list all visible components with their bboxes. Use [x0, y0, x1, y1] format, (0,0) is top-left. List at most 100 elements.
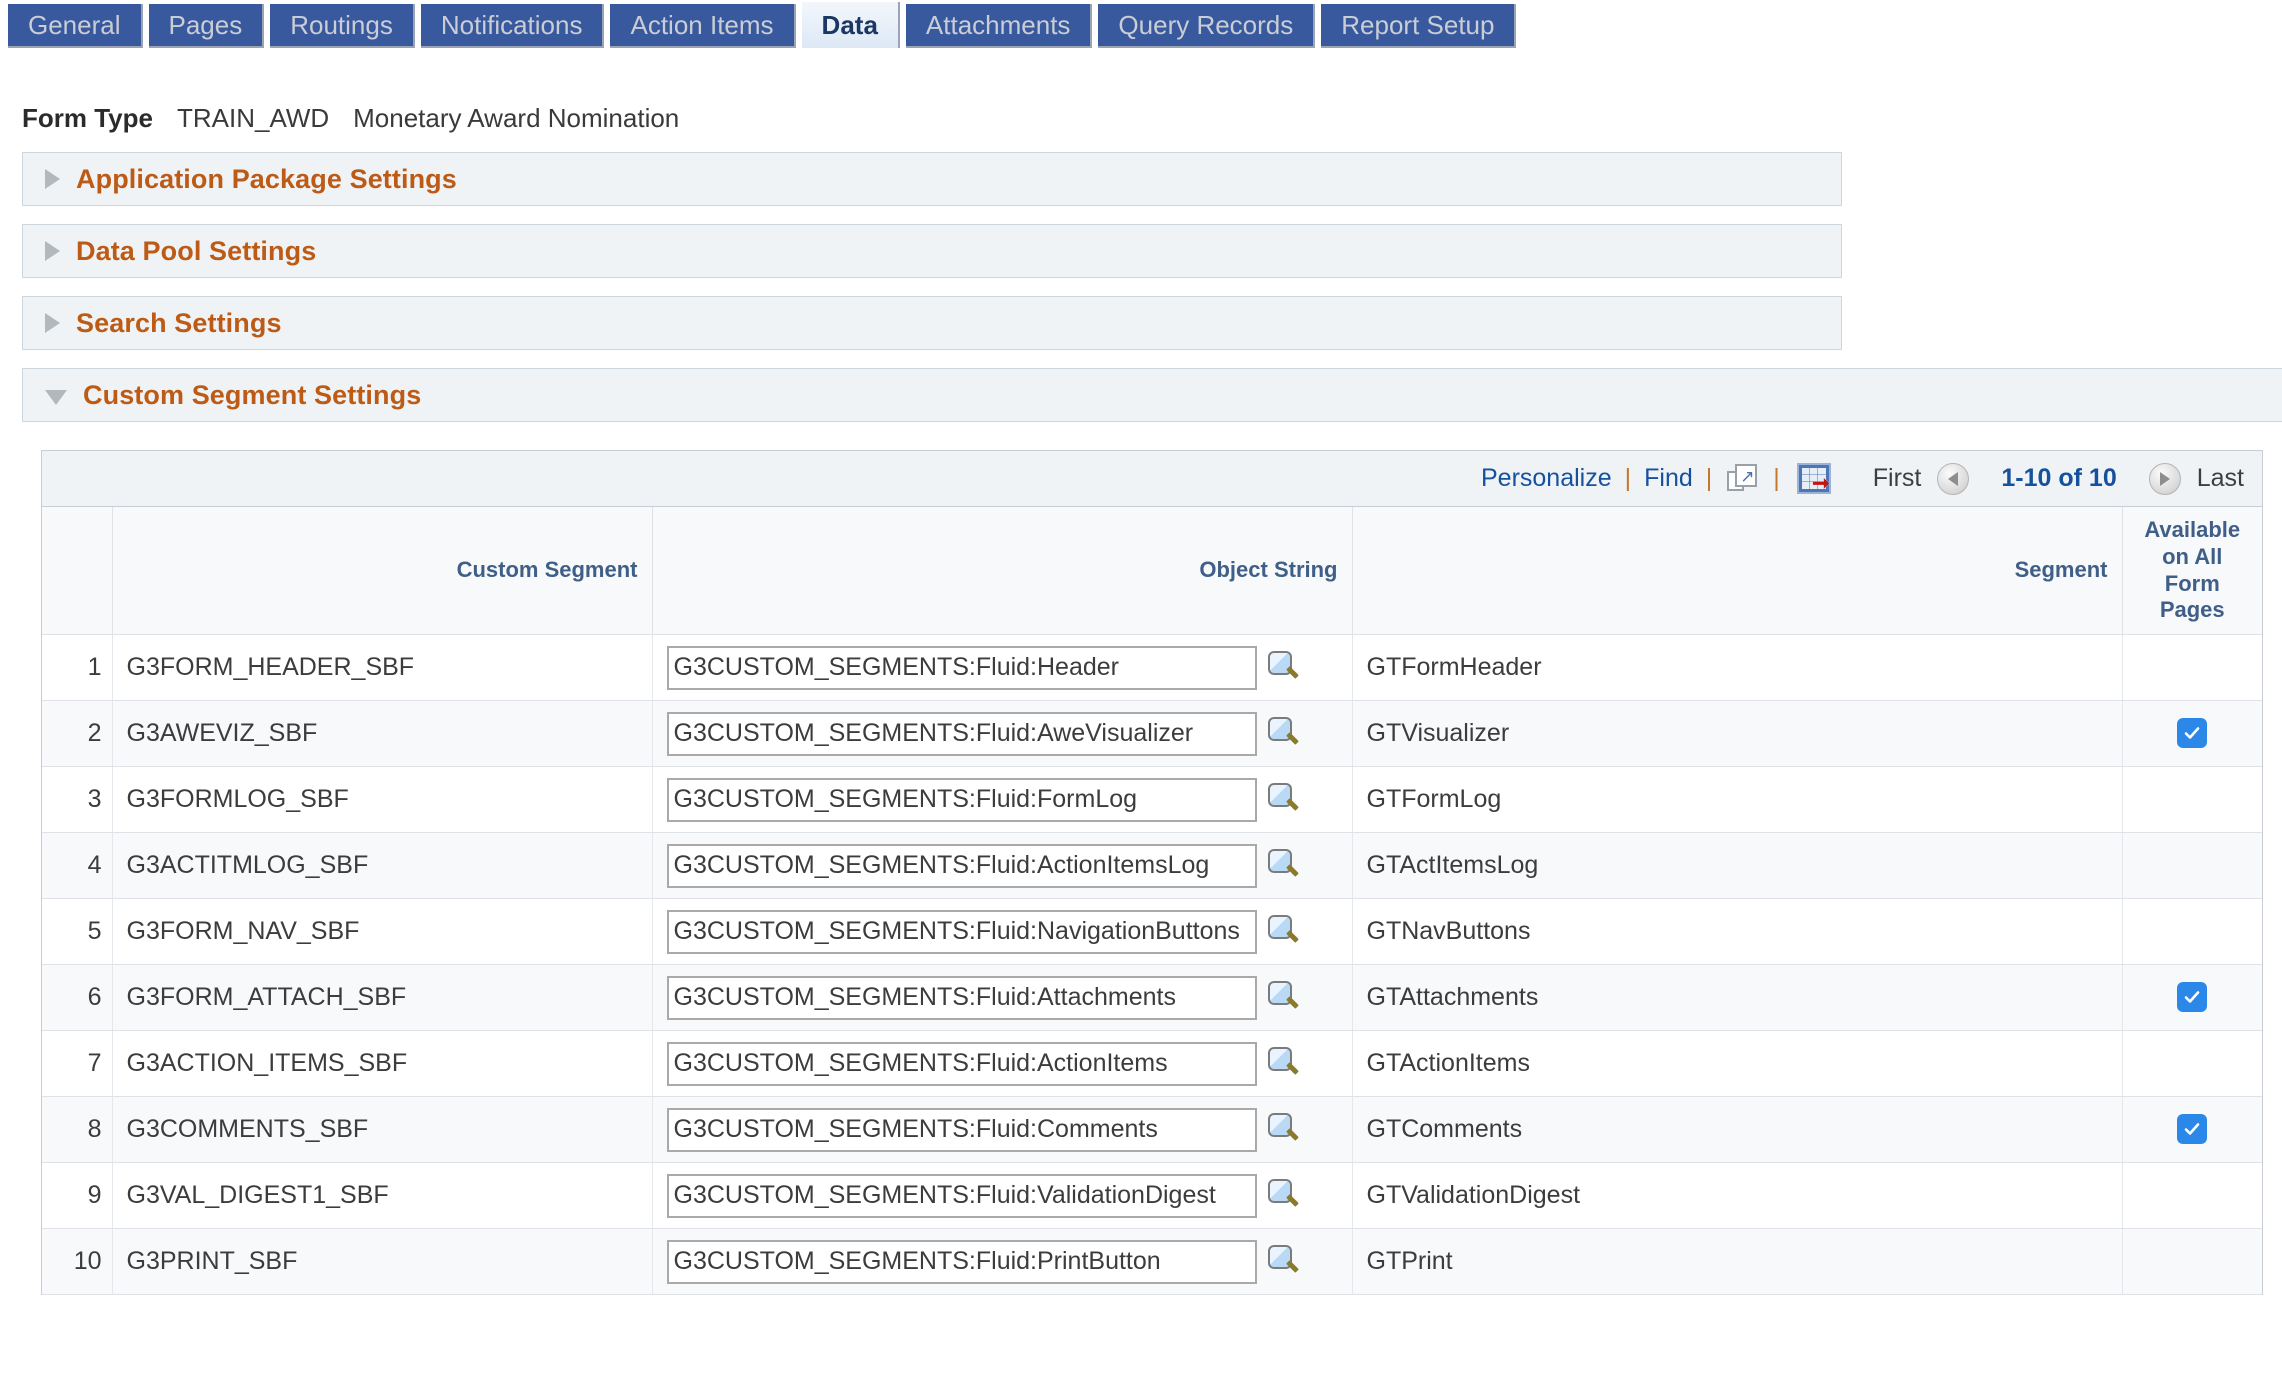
- chevron-down-icon: [45, 389, 67, 405]
- pager-next-button[interactable]: [2148, 462, 2181, 495]
- personalize-link[interactable]: Personalize: [1481, 464, 1612, 493]
- pager-range-label[interactable]: 1-10 of 10: [2001, 464, 2116, 493]
- object-string-input[interactable]: G3CUSTOM_SEGMENTS:Fluid:AweVisualizer: [666, 711, 1257, 756]
- lookup-search-icon[interactable]: [1267, 716, 1301, 751]
- lookup-search-icon[interactable]: [1267, 914, 1301, 949]
- cell-segment: GTActionItems: [1352, 1030, 2123, 1098]
- col-custom-segment[interactable]: Custom Segment: [112, 507, 653, 636]
- row-number: 9: [42, 1162, 113, 1230]
- object-string-input[interactable]: G3CUSTOM_SEGMENTS:Fluid:ActionItems: [666, 1041, 1257, 1086]
- tab-attachments[interactable]: Attachments: [905, 4, 1093, 48]
- row-number: 5: [42, 898, 113, 966]
- lookup-search-icon[interactable]: [1267, 1046, 1301, 1081]
- cell-segment: GTPrint: [1352, 1228, 2123, 1296]
- find-link[interactable]: Find: [1644, 464, 1693, 493]
- object-string-control: G3CUSTOM_SEGMENTS:Fluid:ActionItemsLog: [666, 843, 1338, 888]
- object-string-input[interactable]: G3CUSTOM_SEGMENTS:Fluid:NavigationButton…: [666, 909, 1257, 954]
- cell-available-on-all-form-pages: [2122, 964, 2262, 1032]
- object-string-input[interactable]: G3CUSTOM_SEGMENTS:Fluid:Header: [666, 645, 1257, 690]
- cell-custom-segment: G3FORM_NAV_SBF: [112, 898, 653, 966]
- tab-query-records[interactable]: Query Records: [1098, 4, 1316, 48]
- cell-object-string: G3CUSTOM_SEGMENTS:Fluid:Attachments: [652, 964, 1353, 1032]
- available-checkbox-checked[interactable]: [2177, 1113, 2208, 1144]
- object-string-control: G3CUSTOM_SEGMENTS:Fluid:Header: [666, 645, 1338, 690]
- object-string-control: G3CUSTOM_SEGMENTS:Fluid:Comments: [666, 1107, 1338, 1152]
- table-row: 4 G3ACTITMLOG_SBF G3CUSTOM_SEGMENTS:Fluid:…: [42, 832, 2262, 900]
- object-string-input[interactable]: G3CUSTOM_SEGMENTS:Fluid:ActionItemsLog: [666, 843, 1257, 888]
- lookup-search-icon[interactable]: [1267, 1112, 1301, 1147]
- table-row: 3 G3FORMLOG_SBF G3CUSTOM_SEGMENTS:Fluid:Fo…: [42, 766, 2262, 834]
- cell-available-on-all-form-pages: [2122, 832, 2262, 900]
- cell-object-string: G3CUSTOM_SEGMENTS:Fluid:ValidationDigest: [652, 1162, 1353, 1230]
- tab-data[interactable]: Data: [801, 2, 900, 48]
- row-number: 8: [42, 1096, 113, 1164]
- download-arrow-glyph: ➞: [1812, 472, 1830, 495]
- object-string-control: G3CUSTOM_SEGMENTS:Fluid:AweVisualizer: [666, 711, 1338, 756]
- toolbar-separator-2: |: [1705, 464, 1713, 492]
- cell-custom-segment: G3FORM_ATTACH_SBF: [112, 964, 653, 1032]
- lookup-search-icon[interactable]: [1267, 980, 1301, 1015]
- tab-action-items[interactable]: Action Items: [610, 4, 796, 48]
- object-string-input[interactable]: G3CUSTOM_SEGMENTS:Fluid:Comments: [666, 1107, 1257, 1152]
- section-header-data-pool-settings[interactable]: Data Pool Settings: [22, 224, 1842, 278]
- segments-table-head: Custom Segment Object String Segment Ava…: [42, 507, 2262, 636]
- lookup-search-icon[interactable]: [1267, 782, 1301, 817]
- cell-object-string: G3CUSTOM_SEGMENTS:Fluid:AweVisualizer: [652, 700, 1353, 768]
- cell-segment: GTNavButtons: [1352, 898, 2123, 966]
- cell-object-string: G3CUSTOM_SEGMENTS:Fluid:ActionItemsLog: [652, 832, 1353, 900]
- object-string-input[interactable]: G3CUSTOM_SEGMENTS:Fluid:ValidationDigest: [666, 1173, 1257, 1218]
- spreadsheet-download-icon[interactable]: ➞: [1796, 463, 1831, 495]
- tab-report-setup[interactable]: Report Setup: [1321, 4, 1517, 48]
- object-string-input[interactable]: G3CUSTOM_SEGMENTS:Fluid:Attachments: [666, 975, 1257, 1020]
- lookup-search-icon[interactable]: [1267, 848, 1301, 883]
- section-title: Application Package Settings: [76, 163, 457, 194]
- tab-general[interactable]: General: [8, 4, 143, 48]
- cell-segment: GTFormHeader: [1352, 634, 2123, 702]
- toolbar-separator-3: |: [1773, 464, 1780, 492]
- cell-segment: GTAttachments: [1352, 964, 2123, 1032]
- left-arrow-icon: [1948, 471, 1959, 486]
- cell-object-string: G3CUSTOM_SEGMENTS:Fluid:PrintButton: [652, 1228, 1353, 1296]
- col-segment[interactable]: Segment: [1352, 507, 2123, 636]
- cell-available-on-all-form-pages: [2122, 766, 2262, 834]
- col-object-string[interactable]: Object String: [652, 507, 1353, 636]
- row-number: 2: [42, 700, 113, 768]
- pager-first-label[interactable]: First: [1873, 464, 1922, 493]
- table-row: 6 G3FORM_ATTACH_SBF G3CUSTOM_SEGMENTS:Flui…: [42, 964, 2262, 1032]
- object-string-input[interactable]: G3CUSTOM_SEGMENTS:Fluid:PrintButton: [666, 1239, 1257, 1284]
- cell-available-on-all-form-pages: [2122, 1096, 2262, 1164]
- tab-pages[interactable]: Pages: [148, 4, 265, 48]
- cell-custom-segment: G3ACTITMLOG_SBF: [112, 832, 653, 900]
- chevron-right-icon: [45, 169, 60, 189]
- lookup-search-icon[interactable]: [1267, 1178, 1301, 1213]
- grid-pager: First 1-10 of 10 Last: [1873, 462, 2244, 495]
- table-header-row: Custom Segment Object String Segment Ava…: [42, 507, 2262, 636]
- cell-segment: GTValidationDigest: [1352, 1162, 2123, 1230]
- pager-last-label[interactable]: Last: [2197, 464, 2244, 493]
- object-string-input[interactable]: G3CUSTOM_SEGMENTS:Fluid:FormLog: [666, 777, 1257, 822]
- section-header-application-package-settings[interactable]: Application Package Settings: [22, 152, 1842, 206]
- available-checkbox-checked[interactable]: [2177, 981, 2208, 1012]
- new-window-arrow-glyph: ↗: [1740, 467, 1755, 486]
- section-header-search-settings[interactable]: Search Settings: [22, 296, 1842, 350]
- table-row: 10 G3PRINT_SBF G3CUSTOM_SEGMENTS:Fluid:Pri…: [42, 1228, 2262, 1296]
- tab-routings[interactable]: Routings: [270, 4, 415, 48]
- table-row: 7 G3ACTION_ITEMS_SBF G3CUSTOM_SEGMENTS:Flu…: [42, 1030, 2262, 1098]
- available-checkbox-checked[interactable]: [2177, 717, 2208, 748]
- cell-custom-segment: G3FORMLOG_SBF: [112, 766, 653, 834]
- col-available-on-all-form-pages[interactable]: Available on All Form Pages: [2122, 507, 2262, 636]
- table-row: 2 G3AWEVIZ_SBF G3CUSTOM_SEGMENTS:Fluid:Awe…: [42, 700, 2262, 768]
- pager-prev-button[interactable]: [1937, 462, 1970, 495]
- tab-bar: General Pages Routings Notifications Action …: [0, 0, 2282, 48]
- lookup-search-icon[interactable]: [1267, 650, 1301, 685]
- cell-object-string: G3CUSTOM_SEGMENTS:Fluid:Header: [652, 634, 1353, 702]
- cell-segment: GTFormLog: [1352, 766, 2123, 834]
- cell-object-string: G3CUSTOM_SEGMENTS:Fluid:Comments: [652, 1096, 1353, 1164]
- tab-notifications[interactable]: Notifications: [420, 4, 605, 48]
- lookup-search-icon[interactable]: [1267, 1244, 1301, 1279]
- section-header-custom-segment-settings[interactable]: Custom Segment Settings: [22, 368, 2282, 422]
- cell-custom-segment: G3AWEVIZ_SBF: [112, 700, 653, 768]
- new-window-icon[interactable]: ↗: [1727, 464, 1758, 493]
- segments-table-body: 1 G3FORM_HEADER_SBF G3CUSTOM_SEGMENTS:Flui…: [42, 634, 2262, 1296]
- object-string-control: G3CUSTOM_SEGMENTS:Fluid:FormLog: [666, 777, 1338, 822]
